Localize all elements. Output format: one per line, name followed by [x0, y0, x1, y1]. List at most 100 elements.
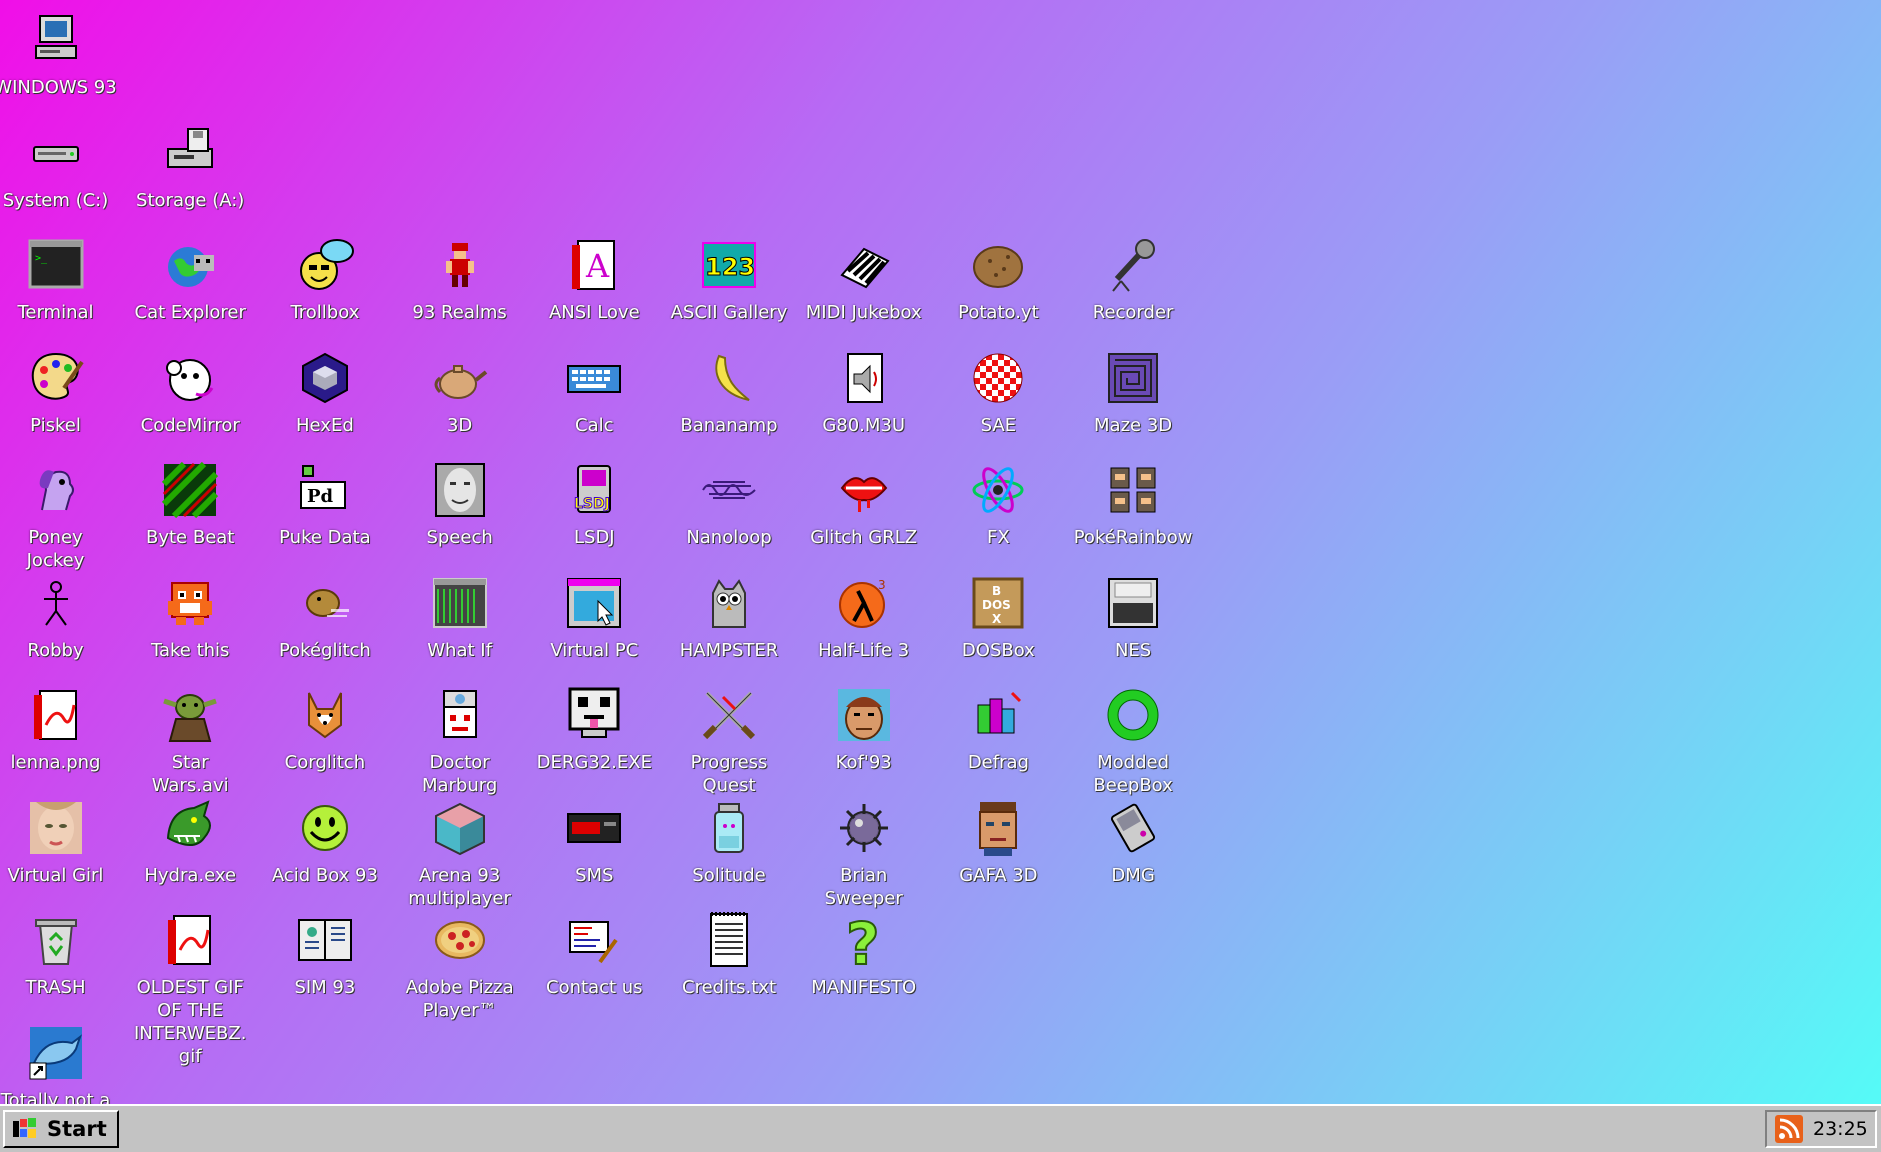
desktop-icon-fx[interactable]: FX	[931, 450, 1066, 570]
desktop-icon-ansi-love[interactable]: A ANSI Love	[527, 225, 662, 345]
desktop-icon-contact-us[interactable]: Contact us	[527, 900, 662, 1020]
desktop-icon-g80-m3u[interactable]: G80.M3U	[796, 338, 931, 458]
desktop-icon-label: Acid Box 93	[271, 864, 378, 886]
desktop-icon-doctor-marburg[interactable]: Doctor Marburg	[392, 675, 527, 796]
desktop-icon-dmg[interactable]: DMG	[1066, 788, 1201, 908]
desktop-icon-label: Glitch GRLZ	[810, 527, 918, 548]
audio-file-icon	[834, 348, 894, 408]
banana-icon	[699, 348, 759, 408]
desktop-icon-label: Defrag	[967, 752, 1029, 773]
desktop-icon-credits-txt[interactable]: Credits.txt	[662, 900, 797, 1020]
desktop-icon-lenna-png[interactable]: lenna.png	[0, 675, 123, 795]
desktop-icon-trash[interactable]: TRASH	[0, 900, 123, 1020]
desktop-icon-pokeglitch[interactable]: Pokéglitch	[257, 563, 392, 683]
desktop-icon-what-if[interactable]: What If	[392, 563, 527, 683]
cube-icon	[430, 798, 490, 858]
desktop-icon-puke-data[interactable]: Pd Puke Data	[257, 450, 392, 570]
mine-icon	[834, 798, 894, 858]
desktop-icon-codemirror[interactable]: CodeMirror	[123, 338, 258, 458]
desktop-icon-gafa-3d[interactable]: GAFA 3D	[931, 788, 1066, 908]
rss-icon[interactable]	[1775, 1115, 1803, 1143]
desktop-icon-label: Totally not a	[0, 1089, 111, 1105]
crossed-swords-icon	[699, 685, 759, 745]
glitch-creature-icon	[295, 573, 355, 633]
desktop-icon-label: Virtual Girl	[7, 864, 104, 886]
microphone-icon	[1103, 235, 1163, 295]
desktop-icon-adobe-pizza[interactable]: Adobe Pizza Player™	[392, 900, 527, 1021]
desktop-icon-trollbox[interactable]: Trollbox	[257, 225, 392, 345]
desktop-icon-label: Contact us	[546, 977, 643, 998]
sms-console-icon	[564, 798, 624, 858]
svg-text:>_: >_	[35, 253, 48, 264]
desktop-icon-star-wars-avi[interactable]: Star Wars.avi	[123, 675, 258, 796]
stick-figure-icon	[26, 573, 86, 633]
desktop-icon-potato-yt[interactable]: Potato.yt	[931, 225, 1066, 345]
start-button[interactable]: Start	[3, 1110, 119, 1148]
desktop-icon-manifesto[interactable]: ? MANIFESTO	[796, 900, 931, 1020]
desktop-icon-maze-3d[interactable]: Maze 3D	[1066, 338, 1201, 458]
desktop-icon-robby[interactable]: Robby	[0, 563, 123, 683]
desktop-icon-speech[interactable]: Speech	[392, 450, 527, 570]
desktop-icon-sim-93[interactable]: SIM 93	[257, 900, 392, 1020]
desktop[interactable]: WINDOWS 93 System (C:) Storage (A:) >_ Termi…	[0, 0, 1881, 1104]
desktop-icon-progress-quest[interactable]: Progress Quest	[662, 675, 797, 796]
desktop-icon-derg32-exe[interactable]: DERG32.EXE	[527, 675, 662, 795]
desktop-icon-lsdj[interactable]: LSDJ LSDJ	[527, 450, 662, 570]
desktop-icon-terminal[interactable]: >_ Terminal	[0, 225, 123, 345]
palette-icon	[26, 348, 86, 408]
desktop-icon-kof93[interactable]: Kof'93	[796, 675, 931, 795]
gif-file-icon	[160, 910, 220, 970]
desktop-icon-storage-a[interactable]: Storage (A:)	[123, 113, 258, 233]
desktop-icon-system-c[interactable]: System (C:)	[0, 113, 123, 233]
orange-creature-icon	[160, 573, 220, 633]
desktop-icon-solitude[interactable]: Solitude	[662, 788, 797, 908]
desktop-icon-nanoloop[interactable]: Nanoloop	[662, 450, 797, 570]
desktop-icon-93-realms[interactable]: 93 Realms	[392, 225, 527, 345]
desktop-icon-virtual-girl[interactable]: Virtual Girl	[0, 788, 123, 908]
desktop-icon-sae[interactable]: SAE	[931, 338, 1066, 458]
desktop-icon-byte-beat[interactable]: Byte Beat	[123, 450, 258, 570]
desktop-icon-sms[interactable]: SMS	[527, 788, 662, 908]
desktop-icon-label: ANSI Love	[548, 302, 640, 323]
desktop-icon-calc[interactable]: Calc	[527, 338, 662, 458]
desktop-icon-label: Virtual PC	[550, 639, 639, 661]
desktop-icon-recorder[interactable]: Recorder	[1066, 225, 1201, 345]
desktop-icon-pokerainbow[interactable]: PokéRainbow	[1066, 450, 1201, 570]
desktop-icon-label: Recorder	[1092, 302, 1174, 323]
desktop-icon-3d[interactable]: 3D	[392, 338, 527, 458]
clock: 23:25	[1813, 1118, 1868, 1140]
desktop-icon-corglitch[interactable]: Corglitch	[257, 675, 392, 795]
desktop-icon-oldest-gif[interactable]: OLDEST GIF OF THE INTERWEBZ. gif	[123, 900, 258, 1067]
desktop-icon-totally-not-a[interactable]: Totally not a	[0, 1013, 123, 1105]
desktop-icon-nes[interactable]: NES	[1066, 563, 1201, 683]
desktop-icon-cat-explorer[interactable]: Cat Explorer	[123, 225, 258, 345]
desktop-icon-ascii-gallery[interactable]: 123 ASCII Gallery	[662, 225, 797, 345]
desktop-icon-midi-jukebox[interactable]: MIDI Jukebox	[796, 225, 931, 345]
floppy-drive-icon	[160, 123, 220, 183]
desktop-icon-label: Calc	[575, 414, 614, 436]
desktop-icon-windows-93[interactable]: WINDOWS 93	[0, 0, 123, 120]
desktop-icon-bananamp[interactable]: Bananamp	[662, 338, 797, 458]
desktop-icon-dosbox[interactable]: B DOS X DOSBox	[931, 563, 1066, 683]
desktop-icon-modded-beepbox[interactable]: Modded BeepBox	[1066, 675, 1201, 796]
desktop-icon-virtual-pc[interactable]: Virtual PC	[527, 563, 662, 683]
desktop-icon-label: CodeMirror	[140, 414, 240, 436]
desktop-icon-brian-sweeper[interactable]: Brian Sweeper	[796, 788, 931, 909]
desktop-icon-piskel[interactable]: Piskel	[0, 338, 123, 458]
svg-text:A: A	[585, 247, 610, 285]
desktop-icon-hydra-exe[interactable]: Hydra.exe	[123, 788, 258, 908]
desktop-icon-acid-box-93[interactable]: Acid Box 93	[257, 788, 392, 908]
lips-icon	[834, 460, 894, 520]
desktop-icon-defrag[interactable]: Defrag	[931, 675, 1066, 795]
svg-text:LSDJ: LSDJ	[574, 496, 610, 512]
desktop-icon-hampster[interactable]: HAMPSTER	[662, 563, 797, 683]
desktop-icon-poney-jockey[interactable]: Poney Jockey	[0, 450, 123, 571]
desktop-icon-arena-93[interactable]: Arena 93 multiplayer	[392, 788, 527, 909]
letter-a-icon: A	[564, 235, 624, 295]
desktop-icon-glitch-grlz[interactable]: Glitch GRLZ	[796, 450, 931, 570]
desktop-icon-hexed[interactable]: HexEd	[257, 338, 392, 458]
monitor-face-icon	[564, 685, 624, 745]
desktop-icon-half-life-3[interactable]: 3 Half-Life 3	[796, 563, 931, 683]
desktop-icon-take-this[interactable]: Take this	[123, 563, 258, 683]
recycle-bin-icon	[26, 910, 86, 970]
